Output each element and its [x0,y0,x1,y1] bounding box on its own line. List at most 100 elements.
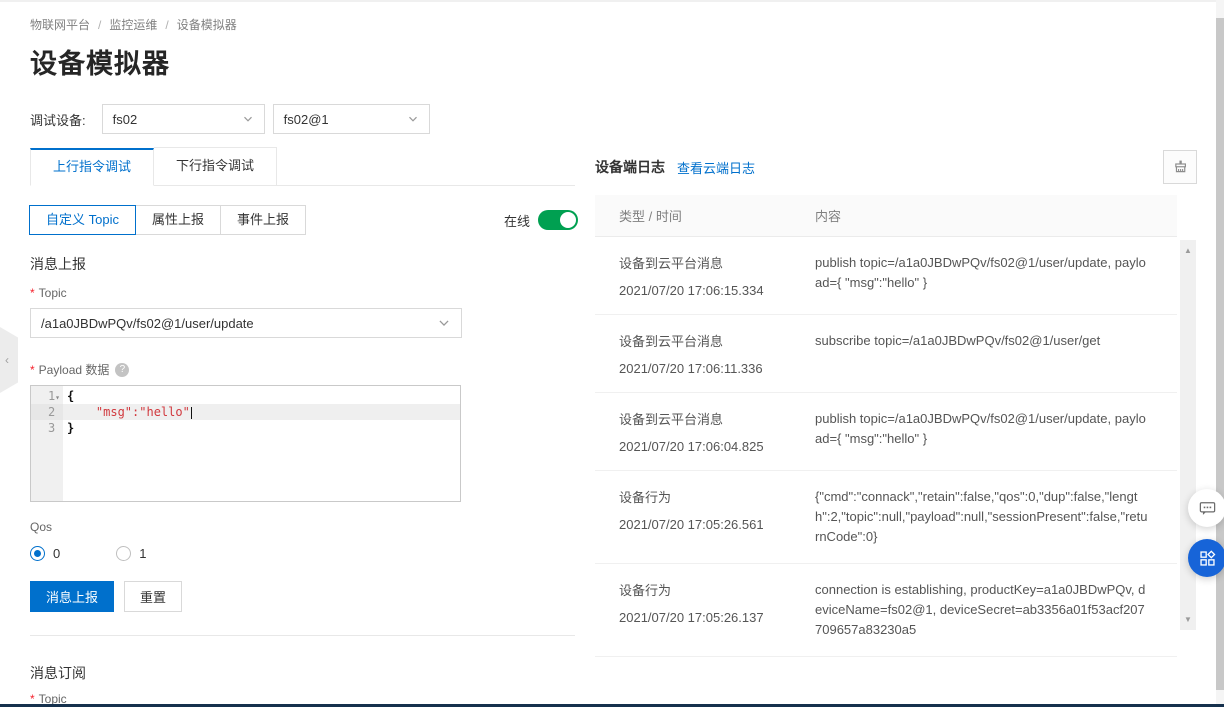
chat-bubble-icon [1198,499,1217,518]
log-row-content: {"cmd":"connack","retain":false,"qos":0,… [815,487,1177,547]
payload-label-row: * Payload 数据 ? [30,361,129,378]
log-row-time: 2021/07/20 17:06:04.825 [619,439,815,454]
breadcrumb-item-current: 设备模拟器 [177,16,237,33]
toggle-knob [560,212,576,228]
scroll-up-icon[interactable]: ▲ [1180,246,1196,255]
chevron-down-icon [407,113,419,125]
log-row-type: 设备行为 [619,487,815,506]
breadcrumb-separator: / [98,18,101,32]
online-toggle[interactable] [538,210,578,230]
log-row: 设备到云平台消息 2021/07/20 17:06:11.336 subscri… [595,315,1177,393]
clear-log-button[interactable] [1163,150,1197,184]
publish-submit-button[interactable]: 消息上报 [30,581,114,612]
chevron-down-icon [437,316,451,330]
code-line-active: "msg":"hello" [63,404,460,420]
radio-unselected-icon[interactable] [116,546,131,561]
publish-topic-value: /a1a0JBDwPQv/fs02@1/user/update [41,316,254,331]
product-select-value: fs02 [113,112,138,127]
page-scrollbar-thumb[interactable] [1216,18,1224,690]
breadcrumb-item-platform[interactable]: 物联网平台 [30,16,90,33]
breadcrumb-item-monitoring[interactable]: 监控运维 [109,16,157,33]
code-fold-icon[interactable]: ▾ [55,393,60,402]
log-row-type-time: 设备到云平台消息 2021/07/20 17:06:15.334 [595,253,815,298]
payload-label: Payload 数据 [39,361,110,378]
editor-code-area[interactable]: { "msg":"hello" } [63,386,460,501]
log-row: 设备到云平台消息 2021/07/20 17:06:15.334 publish… [595,237,1177,315]
payload-code-editor[interactable]: 1▾ 2▾ 3▾ { "msg":"hello" } [30,385,461,502]
log-col-type-time: 类型 / 时间 [595,206,815,225]
log-row-content: publish topic=/a1a0JBDwPQv/fs02@1/user/u… [815,409,1177,454]
log-row: 设备行为 2021/07/20 17:05:26.137 connection … [595,564,1177,657]
sidebar-collapse-handle[interactable]: ‹ [0,327,18,393]
window-top-edge [0,0,1224,2]
log-row-type: 设备到云平台消息 [619,253,815,272]
log-row-type-time: 设备行为 2021/07/20 17:05:26.561 [595,487,815,547]
required-asterisk: * [30,286,35,300]
editor-gutter: 1▾ 2▾ 3▾ [31,386,63,501]
view-cloud-log-link[interactable]: 查看云端日志 [677,158,755,177]
page-scrollbar[interactable] [1216,0,1224,707]
device-selector-row: 调试设备: fs02 fs02@1 [30,103,430,135]
online-status: 在线 [504,210,578,230]
mode-property-report-button[interactable]: 属性上报 [135,205,221,235]
broom-icon [1172,159,1189,176]
help-icon[interactable]: ? [115,363,129,377]
code-line: } [63,420,460,436]
log-rows: 设备到云平台消息 2021/07/20 17:06:15.334 publish… [595,237,1177,657]
publish-topic-select[interactable]: /a1a0JBDwPQv/fs02@1/user/update [30,308,462,338]
command-debug-tabbar: 上行指令调试 下行指令调试 [30,148,575,186]
log-row-content: subscribe topic=/a1a0JBDwPQv/fs02@1/user… [815,331,1177,376]
mode-custom-topic-button[interactable]: 自定义 Topic [29,205,136,235]
publish-actions: 消息上报 重置 [30,581,182,612]
reset-button[interactable]: 重置 [124,581,182,612]
log-panel-header: 设备端日志 查看云端日志 [595,157,755,177]
publish-topic-label: * Topic [30,286,67,300]
log-row-time: 2021/07/20 17:06:11.336 [619,361,815,376]
required-asterisk: * [30,363,35,377]
scroll-down-icon[interactable]: ▼ [1180,615,1196,624]
online-label: 在线 [504,211,530,230]
tab-uplink-debug[interactable]: 上行指令调试 [30,148,154,186]
publish-section-title: 消息上报 [30,254,86,274]
log-row-type: 设备到云平台消息 [619,331,815,350]
qos-radio-0[interactable]: 0 [30,546,60,561]
log-row-time: 2021/07/20 17:05:26.561 [619,517,815,532]
log-panel-title: 设备端日志 [595,157,665,177]
page-title: 设备模拟器 [30,42,170,81]
report-mode-group: 自定义 Topic 属性上报 事件上报 [30,205,306,235]
chevron-down-icon [242,113,254,125]
breadcrumb: 物联网平台 / 监控运维 / 设备模拟器 [30,16,237,33]
log-row: 设备到云平台消息 2021/07/20 17:06:04.825 publish… [595,393,1177,471]
log-row-type: 设备行为 [619,580,815,599]
apps-widget-button[interactable] [1188,539,1224,577]
device-select-value: fs02@1 [284,112,329,127]
breadcrumb-separator: / [165,18,168,32]
qos-label: Qos [30,520,52,534]
device-selector-label: 调试设备: [30,110,86,129]
tab-downlink-debug[interactable]: 下行指令调试 [154,147,277,185]
text-caret [191,407,192,419]
device-select[interactable]: fs02@1 [273,104,430,134]
subscribe-section-title: 消息订阅 [30,663,86,683]
log-row-type: 设备到云平台消息 [619,409,815,428]
chevron-left-icon: ‹ [5,353,9,367]
radio-selected-icon[interactable] [30,546,45,561]
log-row-content: connection is establishing, productKey=a… [815,580,1177,640]
qos-radio-group: 0 1 [30,546,146,561]
code-line: { [63,388,460,404]
product-select[interactable]: fs02 [102,104,265,134]
log-row-time: 2021/07/20 17:06:15.334 [619,283,815,298]
log-row: 设备行为 2021/07/20 17:05:26.561 {"cmd":"con… [595,471,1177,564]
log-row-type-time: 设备到云平台消息 2021/07/20 17:06:11.336 [595,331,815,376]
apps-grid-icon [1198,549,1217,568]
log-table-header: 类型 / 时间 内容 [595,195,1177,237]
mode-event-report-button[interactable]: 事件上报 [220,205,306,235]
log-row-content: publish topic=/a1a0JBDwPQv/fs02@1/user/u… [815,253,1177,298]
feedback-button[interactable] [1188,489,1224,527]
log-col-content: 内容 [815,206,1177,225]
qos-radio-1[interactable]: 1 [116,546,146,561]
log-row-type-time: 设备到云平台消息 2021/07/20 17:06:04.825 [595,409,815,454]
log-row-type-time: 设备行为 2021/07/20 17:05:26.137 [595,580,815,640]
section-divider [30,635,575,636]
log-row-time: 2021/07/20 17:05:26.137 [619,610,815,625]
